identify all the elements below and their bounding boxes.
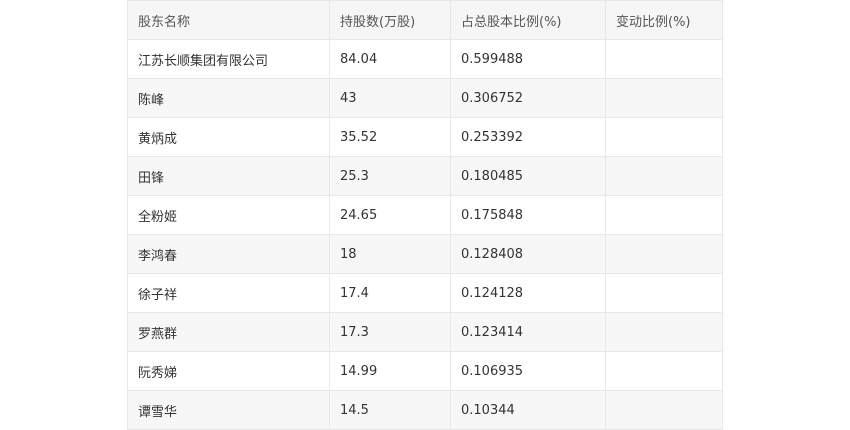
cell-share-ratio: 0.10344 <box>450 390 606 430</box>
cell-shareholder-name: 江苏长顺集团有限公司 <box>127 39 330 79</box>
table-row: 李鸿春 18 0.128408 <box>127 234 723 274</box>
cell-shareholder-name: 谭雪华 <box>127 390 330 430</box>
cell-change-ratio <box>605 195 723 235</box>
header-row: 股东名称 持股数(万股) 占总股本比例(%) 变动比例(%) <box>127 0 723 40</box>
header-shareholder-name: 股东名称 <box>127 0 330 40</box>
cell-shareholder-name: 陈峰 <box>127 78 330 118</box>
cell-shares-held: 43 <box>329 78 451 118</box>
header-share-ratio: 占总股本比例(%) <box>450 0 606 40</box>
cell-shareholder-name: 全粉姬 <box>127 195 330 235</box>
cell-shares-held: 17.4 <box>329 273 451 313</box>
cell-shares-held: 24.65 <box>329 195 451 235</box>
cell-change-ratio <box>605 351 723 391</box>
cell-shareholder-name: 罗燕群 <box>127 312 330 352</box>
cell-shares-held: 17.3 <box>329 312 451 352</box>
table-row: 罗燕群 17.3 0.123414 <box>127 312 723 352</box>
cell-shareholder-name: 李鸿春 <box>127 234 330 274</box>
cell-shares-held: 84.04 <box>329 39 451 79</box>
table-header: 股东名称 持股数(万股) 占总股本比例(%) 变动比例(%) <box>127 0 723 40</box>
cell-change-ratio <box>605 234 723 274</box>
table-row: 田锋 25.3 0.180485 <box>127 156 723 196</box>
cell-shareholder-name: 田锋 <box>127 156 330 196</box>
cell-change-ratio <box>605 312 723 352</box>
cell-shareholder-name: 黄炳成 <box>127 117 330 157</box>
cell-share-ratio: 0.253392 <box>450 117 606 157</box>
table-row: 阮秀娣 14.99 0.106935 <box>127 351 723 391</box>
cell-share-ratio: 0.124128 <box>450 273 606 313</box>
table-row: 徐子祥 17.4 0.124128 <box>127 273 723 313</box>
cell-shares-held: 35.52 <box>329 117 451 157</box>
cell-change-ratio <box>605 117 723 157</box>
table-body: 江苏长顺集团有限公司 84.04 0.599488 陈峰 43 0.306752… <box>127 39 723 430</box>
cell-share-ratio: 0.180485 <box>450 156 606 196</box>
cell-shares-held: 14.5 <box>329 390 451 430</box>
cell-change-ratio <box>605 273 723 313</box>
table-row: 谭雪华 14.5 0.10344 <box>127 390 723 430</box>
cell-shareholder-name: 徐子祥 <box>127 273 330 313</box>
cell-change-ratio <box>605 156 723 196</box>
cell-share-ratio: 0.123414 <box>450 312 606 352</box>
cell-share-ratio: 0.306752 <box>450 78 606 118</box>
cell-share-ratio: 0.175848 <box>450 195 606 235</box>
shareholder-table: 股东名称 持股数(万股) 占总股本比例(%) 变动比例(%) 江苏长顺集团有限公… <box>127 0 723 430</box>
table-row: 黄炳成 35.52 0.253392 <box>127 117 723 157</box>
header-change-ratio: 变动比例(%) <box>605 0 723 40</box>
table-row: 陈峰 43 0.306752 <box>127 78 723 118</box>
cell-shares-held: 25.3 <box>329 156 451 196</box>
cell-shares-held: 18 <box>329 234 451 274</box>
header-shares-held: 持股数(万股) <box>329 0 451 40</box>
cell-change-ratio <box>605 78 723 118</box>
cell-share-ratio: 0.128408 <box>450 234 606 274</box>
table-row: 江苏长顺集团有限公司 84.04 0.599488 <box>127 39 723 79</box>
cell-change-ratio <box>605 390 723 430</box>
cell-shareholder-name: 阮秀娣 <box>127 351 330 391</box>
shareholder-table-container: 股东名称 持股数(万股) 占总股本比例(%) 变动比例(%) 江苏长顺集团有限公… <box>127 0 723 430</box>
cell-share-ratio: 0.599488 <box>450 39 606 79</box>
cell-share-ratio: 0.106935 <box>450 351 606 391</box>
cell-change-ratio <box>605 39 723 79</box>
cell-shares-held: 14.99 <box>329 351 451 391</box>
table-row: 全粉姬 24.65 0.175848 <box>127 195 723 235</box>
